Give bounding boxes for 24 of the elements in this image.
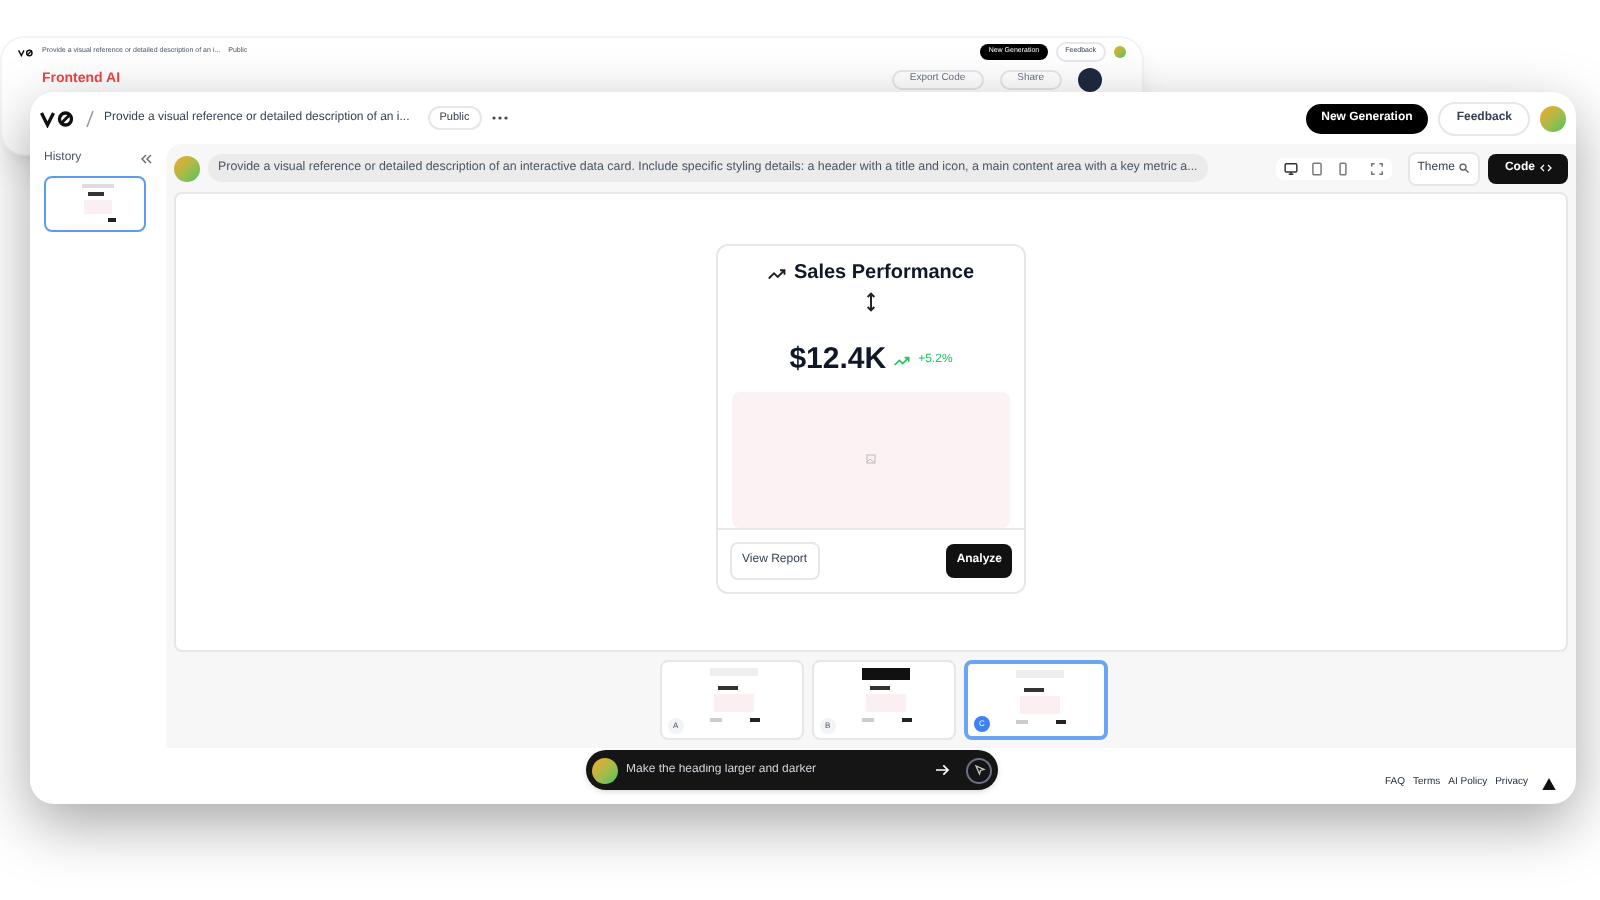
desktop-icon[interactable] bbox=[1283, 161, 1298, 175]
avatar[interactable] bbox=[1078, 68, 1102, 92]
resize-vertical-icon[interactable] bbox=[866, 292, 876, 312]
collapse-icon[interactable] bbox=[140, 154, 152, 164]
pointer-icon bbox=[973, 764, 985, 776]
trend-up-icon bbox=[767, 267, 786, 279]
triangle-logo-icon[interactable] bbox=[1542, 778, 1556, 790]
logo-icon[interactable] bbox=[18, 47, 34, 57]
image-icon bbox=[866, 454, 876, 465]
cursor-button[interactable] bbox=[966, 757, 992, 783]
phone-icon[interactable] bbox=[1335, 161, 1350, 175]
avatar[interactable] bbox=[592, 757, 618, 783]
send-arrow-icon[interactable] bbox=[934, 762, 950, 778]
theme-icon bbox=[1458, 162, 1471, 174]
code-icon bbox=[1540, 162, 1553, 174]
more-icon[interactable] bbox=[491, 114, 508, 122]
breadcrumb-separator-icon bbox=[86, 109, 94, 127]
metric-value: $12.4K bbox=[789, 340, 887, 380]
trend-up-icon bbox=[894, 355, 911, 366]
history-thumbnail[interactable] bbox=[44, 176, 146, 232]
tablet-icon[interactable] bbox=[1309, 161, 1324, 175]
fullscreen-icon[interactable] bbox=[1369, 161, 1384, 175]
logo-icon[interactable] bbox=[40, 109, 76, 127]
card-title: Sales Performance bbox=[793, 260, 975, 288]
